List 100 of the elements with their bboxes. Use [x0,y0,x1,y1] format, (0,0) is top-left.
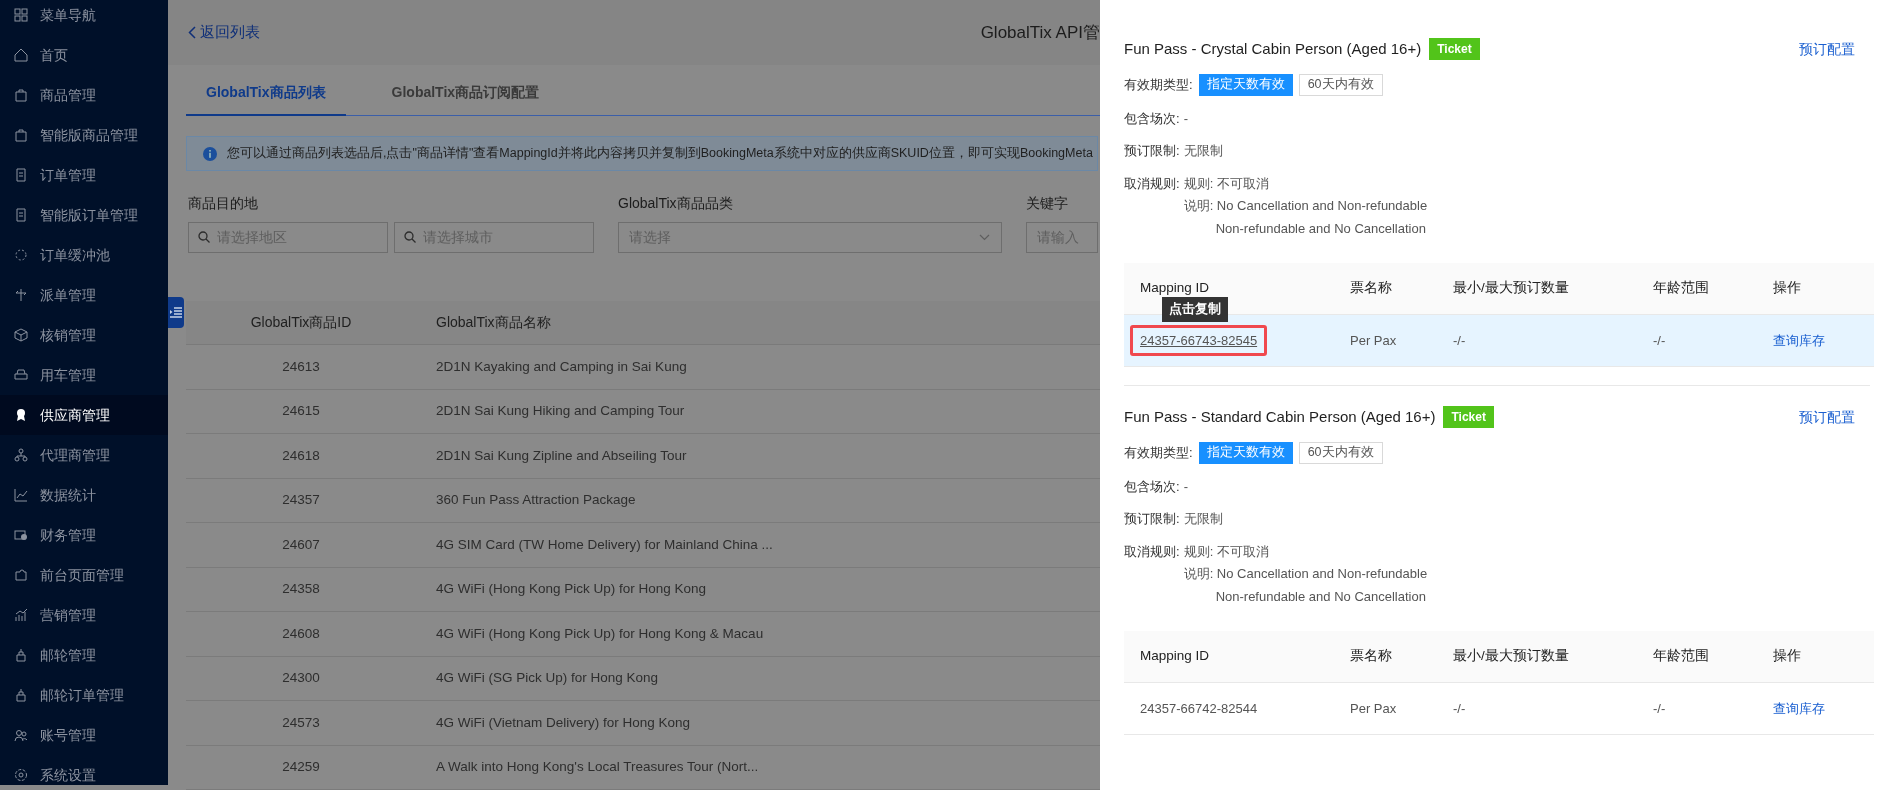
bag-icon [14,128,28,142]
table-cell-text: -/- [1652,331,1667,350]
cube-icon [14,328,28,342]
sidebar-item[interactable]: 智能版商品管理 [0,115,168,155]
table-cell-text: 24618 [281,446,321,465]
tooltip: 点击复制 [1162,296,1228,322]
table-cell-text: -/- [1452,699,1467,718]
field-value: 无限制 [1183,510,1223,528]
home-icon [14,48,28,62]
booking-config-link[interactable]: 预订配置 [1799,38,1855,60]
column-header: 最小/最大预订数量 [1452,647,1570,666]
hierarchy-icon [14,448,28,462]
table-cell-text: 24300 [281,669,321,688]
column-header: 操作 [1772,647,1802,666]
sidebar-item[interactable]: 订单缓冲池 [0,235,168,275]
table-cell-text: -/- [1652,699,1667,718]
filter-label: GlobalTix商品品类 [618,194,734,213]
sidebar-item[interactable]: 派单管理 [0,275,168,315]
tab[interactable]: GlobalTix商品订阅配置 [371,69,560,115]
sidebar-item[interactable]: 商品管理 [0,75,168,115]
page-title: GlobalTix API管 [980,21,1100,44]
sidebar-item[interactable]: 智能版订单管理 [0,195,168,235]
column-header: 年龄范围 [1652,647,1710,666]
info-icon [203,146,217,161]
table-cell-text: 4G SIM Card (TW Home Delivery) for Mainland China ... [435,535,773,554]
sidebar-item[interactable]: 供应商管理 [0,395,168,435]
bar-chart-icon [14,608,28,622]
ticket-tag: Ticket [1443,406,1494,429]
indent-icon [170,307,182,318]
sidebar-item[interactable]: 营销管理 [0,595,168,635]
section-title: Fun Pass - Crystal Cabin Person (Aged 16+) [1124,39,1422,59]
table-cell-text: A Walk into Hong Kong's Local Treasures Tour (Nort... [435,758,759,777]
search-icon [404,231,416,243]
sidebar-item[interactable]: 账号管理 [0,715,168,755]
sidebar-item[interactable]: 前台页面管理 [0,555,168,595]
table-cell-text: 360 Fun Pass Attraction Package [435,491,636,510]
field-label: 预订限制: [1124,142,1180,160]
document-icon [14,168,28,182]
sidebar-item[interactable]: 系统设置 [0,755,168,790]
rule-text: Non-refundable and No Cancellation [1214,587,1427,606]
bag-icon [14,88,28,102]
column-header: 票名称 [1349,647,1393,666]
table-cell-text: 24573 [281,713,321,732]
sidebar-item[interactable]: 财务管理 [0,515,168,555]
back-link[interactable]: 返回列表 [188,21,260,44]
column-header: GlobalTix商品名称 [435,313,551,332]
table-cell-text: 24615 [281,402,321,421]
table-cell-text: 24607 [281,535,321,554]
filter-label: 商品目的地 [188,194,259,213]
filter-label: 关键字 [1026,194,1069,213]
column-header: Mapping ID [1139,279,1211,298]
column-header: 最小/最大预订数量 [1452,279,1570,298]
info-alert: 您可以通过商品列表选品后,点击"商品详情"查看MappingId并将此内容拷贝并复制到BookingMeta系统中对应的供应商SKUID位置，即可实现BookingMeta [186,136,1098,171]
sidebar-item[interactable]: 邮轮管理 [0,635,168,675]
table-cell-text: 24358 [281,580,321,599]
rule-text: 规则: 不可取消 [1183,174,1270,193]
table-cell-text: Per Pax [1349,331,1398,350]
sidebar-item[interactable]: 菜单导航 [0,0,168,35]
table-cell-text: 2D1N Sai Kung Hiking and Camping Tour [435,402,685,421]
table-cell-text: -/- [1452,331,1467,350]
validity-tag: 60天内有效 [1298,73,1383,96]
field-label: 有效期类型: [1124,443,1193,462]
field-label: 有效期类型: [1124,75,1193,94]
sidebar-item[interactable]: 邮轮订单管理 [0,675,168,715]
table-cell-text: 2D1N Kayaking and Camping in Sai Kung [435,357,687,376]
table-cell-text: Per Pax [1349,699,1398,718]
query-stock-link[interactable]: 查询库存 [1773,700,1825,716]
sidebar-item[interactable]: 订单管理 [0,155,168,195]
table-cell-text: 4G WiFi (Hong Kong Pick Up) for Hong Kong [435,580,707,599]
document-icon [14,208,28,222]
rule-text: 说明: No Cancellation and Non-refundable [1183,565,1428,583]
field-label: 包含场次: [1124,109,1180,128]
table-cell-text: 4G WiFi (Hong Kong Pick Up) for Hong Kong & Macau [435,624,764,643]
column-header: GlobalTix商品ID [249,313,353,332]
sidebar-item[interactable]: 用车管理 [0,355,168,395]
sidebar-item[interactable]: 代理商管理 [0,435,168,475]
mapping-id-link[interactable]: 24357-66743-82545 [1130,324,1268,357]
booking-config-link[interactable]: 预订配置 [1799,406,1855,428]
table-cell-text: 4G WiFi (Vietnam Delivery) for Hong Kong [435,713,691,732]
car-icon [14,368,28,382]
validity-tag: 60天内有效 [1298,441,1383,464]
users-icon [14,728,28,742]
sidebar-item[interactable]: 数据统计 [0,475,168,515]
dashed-circle-icon [14,248,28,262]
field-value: 无限制 [1183,142,1223,160]
sidebar-item[interactable]: 首页 [0,35,168,75]
column-header: 票名称 [1349,279,1393,298]
table-cell-text: 24259 [281,758,321,777]
field-label: 预订限制: [1124,510,1180,528]
field-value: - [1183,109,1188,128]
section-title: Fun Pass - Standard Cabin Person (Aged 16+) [1124,407,1436,427]
collapse-toggle-button[interactable] [168,297,184,328]
chevron-left-icon [188,26,196,39]
query-stock-link[interactable]: 查询库存 [1773,332,1825,348]
field-value: - [1183,477,1188,496]
rule-text: 说明: No Cancellation and Non-refundable [1183,197,1428,215]
grid-icon [14,8,28,22]
table-cell-text: 4G WiFi (SG Pick Up) for Hong Kong [435,669,659,688]
award-icon [14,408,28,422]
sidebar-item[interactable]: 核销管理 [0,315,168,355]
